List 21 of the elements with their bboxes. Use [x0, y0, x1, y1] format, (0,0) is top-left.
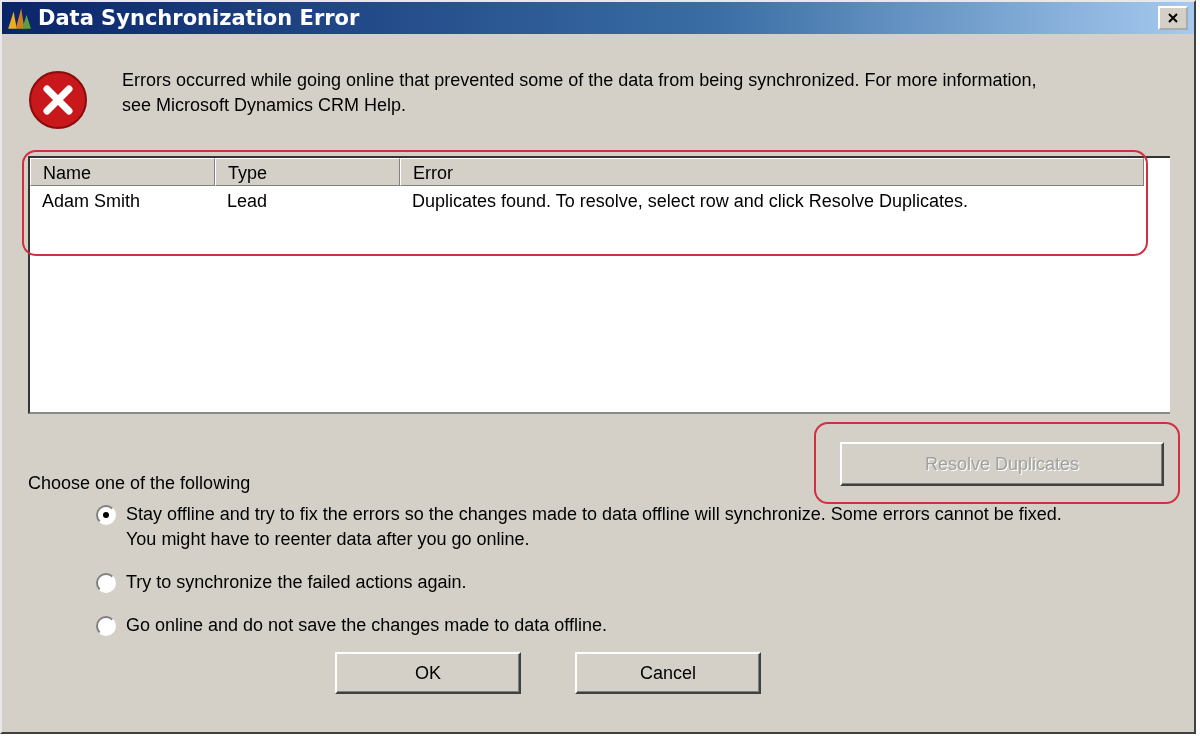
close-icon — [1167, 12, 1179, 24]
close-button[interactable] — [1158, 6, 1188, 30]
dialog-button[interactable]: Cancel — [575, 652, 761, 694]
prompt-label: Choose one of the following — [28, 472, 251, 494]
dialog-button[interactable]: OK — [335, 652, 521, 694]
column-header[interactable]: Error — [400, 158, 1144, 186]
table-cell-text: Duplicates found. To resolve, select row and click Resolve Duplicates. — [411, 190, 969, 212]
column-header[interactable]: Type — [215, 158, 400, 186]
table-row[interactable]: Adam Smith Lead Duplicates found. To resolve, select row and click Resolve Duplicates. — [30, 186, 1144, 216]
radio-button[interactable] — [96, 573, 116, 593]
table-cell-text: Adam Smith — [41, 190, 142, 212]
column-header[interactable]: Name — [30, 158, 215, 186]
option-label[interactable]: Go online and do not save the changes made to data offline. — [126, 613, 1086, 638]
option-label[interactable]: Stay offline and try to fix the errors so the changes made to data offline will synchronize. Some errors cannot be fixed. You might have to reenter data after you go online. — [126, 502, 1086, 552]
window-title: Data Synchronization Error — [38, 6, 361, 30]
error-message: Errors occurred while going online that prevented some of the data from being synchronized. For more information, see Microsoft Dynamics CRM Help. — [122, 69, 1038, 117]
radio-button[interactable] — [96, 616, 116, 636]
error-icon — [28, 70, 88, 130]
table-cell-text: Lead — [226, 190, 269, 212]
radio-button[interactable] — [96, 505, 116, 525]
option-label[interactable]: Try to synchronize the failed actions again. — [126, 570, 1086, 595]
